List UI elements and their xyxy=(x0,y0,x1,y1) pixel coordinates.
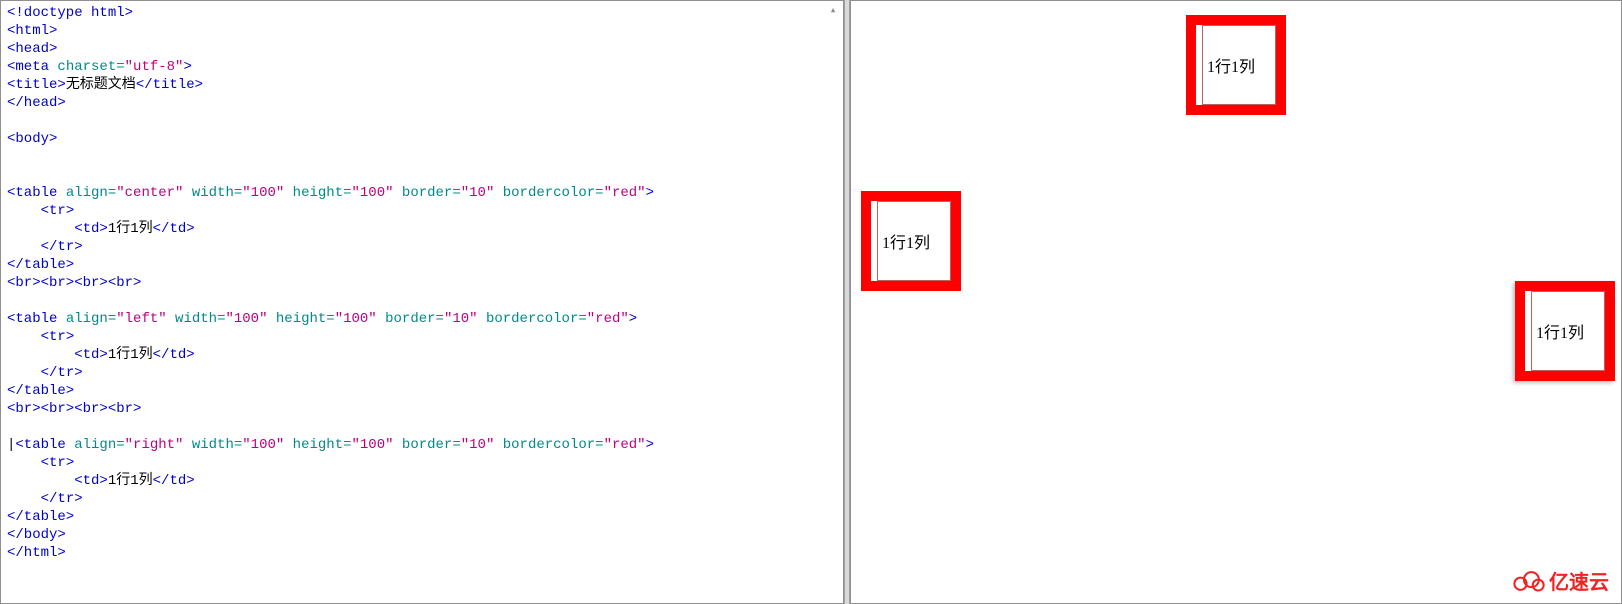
code-token: 1行1列 xyxy=(108,347,153,363)
code-token: <br><br><br><br> xyxy=(7,275,141,291)
code-token: border= xyxy=(377,311,444,327)
code-token: "100" xyxy=(242,437,284,453)
preview-pane: 1行1列 1行1列 1行1列 xyxy=(850,0,1622,604)
code-token: </table> xyxy=(7,257,74,273)
code-token: </td> xyxy=(153,347,195,363)
code-token: height= xyxy=(284,437,351,453)
code-token: "100" xyxy=(335,311,377,327)
code-token: > xyxy=(646,185,654,201)
code-token: <table xyxy=(7,185,57,201)
code-token: <tr> xyxy=(41,455,75,471)
preview-table-center: 1行1列 xyxy=(1186,15,1286,115)
code-editor-content[interactable]: <!doctype html> <html> <head> <meta char… xyxy=(1,1,843,565)
code-token: "10" xyxy=(461,185,495,201)
preview-cell-text: 1行1列 xyxy=(882,229,930,253)
code-token: <td> xyxy=(74,221,108,237)
code-token: > xyxy=(629,311,637,327)
code-token: border= xyxy=(394,185,461,201)
code-editor-pane[interactable]: ▴ <!doctype html> <html> <head> <meta ch… xyxy=(0,0,844,604)
code-token: "100" xyxy=(225,311,267,327)
code-token: </tr> xyxy=(41,365,83,381)
split-view: ▴ <!doctype html> <html> <head> <meta ch… xyxy=(0,0,1622,604)
code-token: <head> xyxy=(7,41,57,57)
code-token: width= xyxy=(183,437,242,453)
code-token: "10" xyxy=(461,437,495,453)
code-token: "right" xyxy=(125,437,184,453)
code-token: "red" xyxy=(604,437,646,453)
code-token: 1行1列 xyxy=(108,473,153,489)
preview-cell: 1行1列 xyxy=(1202,25,1276,105)
preview-cell: 1行1列 xyxy=(1531,291,1605,371)
code-token: "utf-8" xyxy=(125,59,184,75)
code-token: </td> xyxy=(153,221,195,237)
code-token: </tr> xyxy=(41,239,83,255)
code-token: height= xyxy=(284,185,351,201)
code-token: <table xyxy=(7,311,57,327)
preview-cell-text: 1行1列 xyxy=(1536,319,1584,343)
code-token: <table xyxy=(15,437,65,453)
code-token: </title> xyxy=(136,77,203,93)
preview-body: 1行1列 1行1列 1行1列 xyxy=(851,1,1621,603)
watermark-text: 亿速云 xyxy=(1549,566,1609,595)
code-token: <title> xyxy=(7,77,66,93)
code-token: width= xyxy=(167,311,226,327)
code-token: "left" xyxy=(116,311,166,327)
code-token: </head> xyxy=(7,95,66,111)
code-token: </body> xyxy=(7,527,66,543)
code-token: width= xyxy=(183,185,242,201)
code-token: "100" xyxy=(352,185,394,201)
code-token: </table> xyxy=(7,509,74,525)
code-token: border= xyxy=(394,437,461,453)
code-token: </table> xyxy=(7,383,74,399)
code-token: bordercolor= xyxy=(478,311,587,327)
code-token: 无标题文档 xyxy=(66,77,136,93)
code-token: "red" xyxy=(587,311,629,327)
preview-cell-text: 1行1列 xyxy=(1207,53,1255,77)
code-token: > xyxy=(646,437,654,453)
code-token: "100" xyxy=(352,437,394,453)
code-token: align= xyxy=(66,437,125,453)
code-token: charset= xyxy=(49,59,125,75)
code-token: height= xyxy=(267,311,334,327)
code-token: <br><br><br><br> xyxy=(7,401,141,417)
code-token: <html> xyxy=(7,23,57,39)
code-token: <td> xyxy=(74,347,108,363)
code-token: "center" xyxy=(116,185,183,201)
code-token: bordercolor= xyxy=(494,185,603,201)
code-token: </tr> xyxy=(41,491,83,507)
code-token: <tr> xyxy=(41,203,75,219)
preview-cell: 1行1列 xyxy=(877,201,951,281)
code-token: </td> xyxy=(153,473,195,489)
code-token: align= xyxy=(57,185,116,201)
code-token: "red" xyxy=(604,185,646,201)
code-token: > xyxy=(183,59,191,75)
code-token: <body> xyxy=(7,131,57,147)
preview-table-right: 1行1列 xyxy=(1515,281,1615,381)
code-token: 1行1列 xyxy=(108,221,153,237)
code-token: "10" xyxy=(444,311,478,327)
cloud-icon xyxy=(1511,570,1545,592)
code-token: bordercolor= xyxy=(494,437,603,453)
watermark: 亿速云 xyxy=(1511,566,1609,595)
code-token: <td> xyxy=(74,473,108,489)
code-token: <meta xyxy=(7,59,49,75)
code-token: "100" xyxy=(242,185,284,201)
code-token: <!doctype html> xyxy=(7,5,133,21)
code-token: align= xyxy=(57,311,116,327)
scroll-up-arrow-icon[interactable]: ▴ xyxy=(825,3,841,19)
code-token: <tr> xyxy=(41,329,75,345)
code-token: </html> xyxy=(7,545,66,561)
preview-table-left: 1行1列 xyxy=(861,191,961,291)
